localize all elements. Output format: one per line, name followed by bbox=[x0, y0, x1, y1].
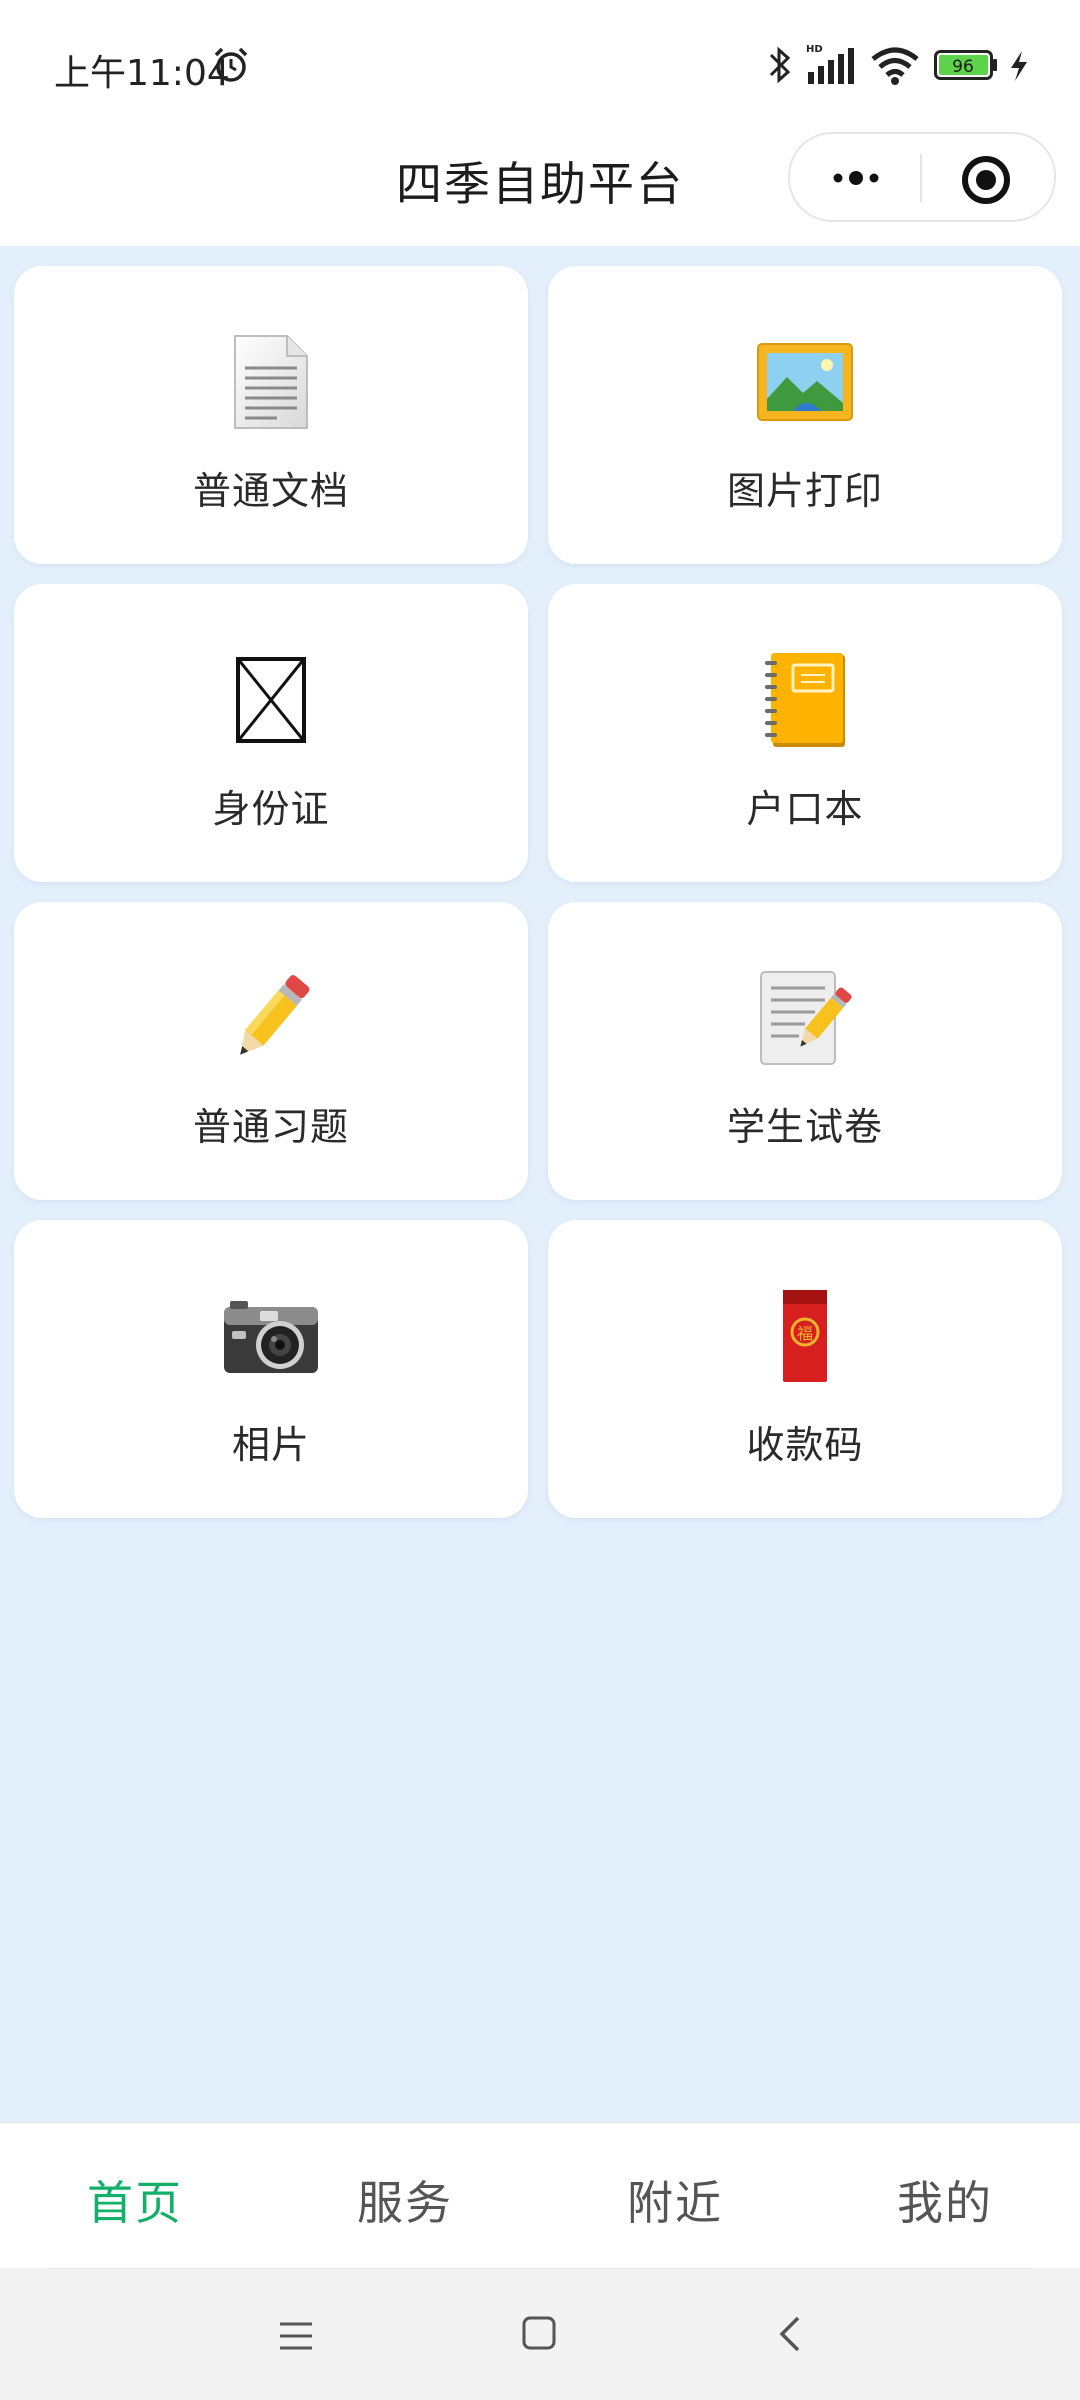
target-icon[interactable] bbox=[960, 154, 1012, 206]
system-nav-bar bbox=[0, 2268, 1080, 2400]
card-exercises[interactable]: 普通习题 bbox=[14, 902, 528, 1200]
card-document[interactable]: 普通文档 bbox=[14, 266, 528, 564]
svg-text:HD: HD bbox=[806, 44, 823, 55]
back-icon[interactable] bbox=[774, 2314, 804, 2354]
notebook-icon bbox=[765, 653, 845, 747]
capsule-divider bbox=[920, 154, 922, 202]
card-payment-code[interactable]: 福 收款码 bbox=[548, 1220, 1062, 1518]
wifi-icon bbox=[871, 47, 919, 85]
bottom-tab-bar: 首页 服务 附近 我的 bbox=[0, 2122, 1080, 2269]
card-household-register[interactable]: 户口本 bbox=[548, 584, 1062, 882]
battery-icon: 96 bbox=[934, 50, 997, 80]
card-photo[interactable]: 相片 bbox=[14, 1220, 528, 1518]
nav-divider bbox=[48, 2268, 1032, 2269]
card-label: 图片打印 bbox=[726, 469, 883, 513]
card-picture-print[interactable]: 图片打印 bbox=[548, 266, 1062, 564]
camera-icon bbox=[224, 1301, 318, 1373]
mini-program-capsule bbox=[788, 132, 1056, 222]
signal-icon: HD bbox=[806, 44, 854, 84]
card-label: 普通习题 bbox=[192, 1105, 349, 1149]
card-label: 身份证 bbox=[212, 787, 330, 831]
card-label: 户口本 bbox=[746, 787, 864, 831]
status-time: 上午11:04 bbox=[54, 53, 230, 94]
charging-icon bbox=[1011, 51, 1027, 81]
menu-icon[interactable] bbox=[276, 2316, 316, 2356]
tab-mine[interactable]: 我的 bbox=[810, 2167, 1080, 2233]
tab-nearby[interactable]: 附近 bbox=[540, 2167, 810, 2233]
card-label: 收款码 bbox=[746, 1423, 864, 1467]
alarm-icon bbox=[214, 47, 248, 82]
card-student-papers[interactable]: 学生试卷 bbox=[548, 902, 1062, 1200]
tab-services[interactable]: 服务 bbox=[270, 2167, 540, 2233]
card-label: 相片 bbox=[231, 1423, 310, 1467]
card-label: 普通文档 bbox=[192, 469, 349, 513]
tab-home[interactable]: 首页 bbox=[0, 2167, 270, 2233]
svg-text:福: 福 bbox=[797, 1324, 813, 1343]
status-bar: 上午11:04 HD 96 bbox=[0, 0, 1080, 130]
battery-level: 96 bbox=[952, 57, 974, 77]
paper-pencil-icon bbox=[760, 971, 852, 1065]
title-bar: 四季自助平台 bbox=[0, 130, 1080, 246]
service-grid: 普通文档 图片打印 身份证 户口本 普通习题 学生试卷 相片 福 收款码 bbox=[14, 266, 1066, 1518]
bluetooth-icon bbox=[769, 46, 791, 84]
id-card-placeholder-icon bbox=[236, 657, 306, 743]
red-envelope-icon: 福 bbox=[783, 1290, 827, 1382]
card-id-card[interactable]: 身份证 bbox=[14, 584, 528, 882]
home-icon[interactable] bbox=[520, 2314, 558, 2352]
pencil-icon bbox=[240, 975, 310, 1055]
document-icon bbox=[234, 335, 308, 429]
card-label: 学生试卷 bbox=[726, 1105, 883, 1149]
picture-icon bbox=[757, 343, 853, 421]
more-icon[interactable] bbox=[826, 158, 886, 198]
